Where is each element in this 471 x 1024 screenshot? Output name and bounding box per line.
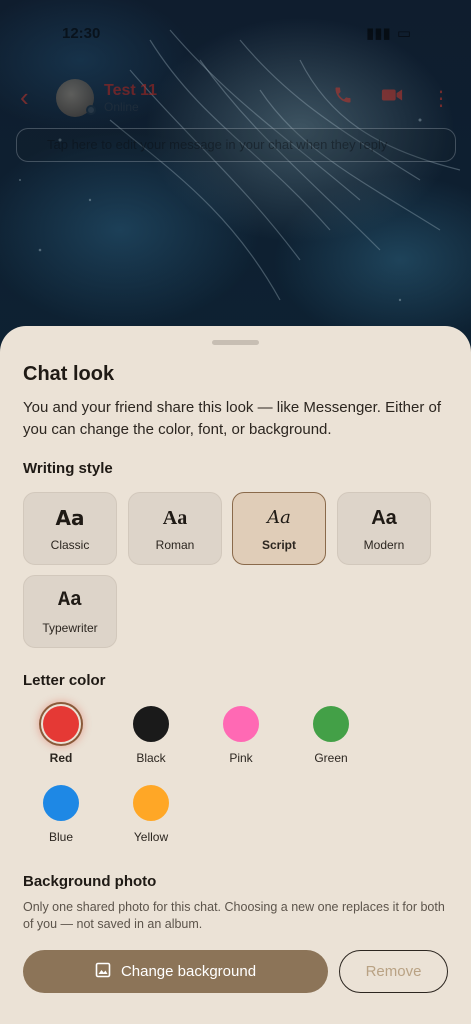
color-option-black[interactable]: Black: [121, 704, 181, 765]
status-bar: 12:30 ▮▮▮ ▭: [0, 18, 471, 48]
contact-name: Test 11: [104, 82, 158, 99]
change-background-label: Change background: [120, 963, 257, 980]
color-swatch-circle: [41, 704, 81, 744]
style-sample: Aa: [267, 506, 291, 528]
style-name: Roman: [155, 537, 195, 552]
color-swatch-circle: [311, 704, 351, 744]
color-name: Pink: [229, 751, 253, 765]
color-name: Yellow: [133, 830, 169, 844]
contact-info[interactable]: Test 11 Online: [104, 82, 157, 114]
style-sample: Aa: [162, 506, 188, 529]
remove-background-label: Remove: [365, 963, 422, 980]
style-name: Typewriter: [42, 620, 98, 635]
phone-icon[interactable]: [333, 85, 353, 111]
sheet-title: Chat look: [23, 363, 115, 385]
contact-status: Online: [104, 100, 139, 114]
style-option-modern[interactable]: Aa Modern: [337, 492, 431, 565]
style-name: Modern: [363, 537, 405, 552]
color-option-red[interactable]: Red: [31, 704, 91, 765]
avatar[interactable]: [56, 79, 96, 117]
color-option-green[interactable]: Green: [301, 704, 361, 765]
color-name: Green: [314, 751, 348, 765]
background-photo-label: Background photo: [23, 873, 157, 890]
style-option-roman[interactable]: Aa Roman: [128, 492, 222, 565]
sheet-drag-handle[interactable]: [212, 340, 259, 345]
style-option-script[interactable]: Aa Script: [232, 492, 326, 565]
battery-icon: ▭: [396, 25, 411, 42]
presence-indicator: [86, 105, 96, 115]
writing-style-label: Writing style: [23, 460, 113, 477]
style-sample: Aa: [57, 588, 82, 612]
color-swatch-circle: [41, 783, 81, 823]
chat-header: ‹ Test 11 Online ⋮: [0, 70, 471, 126]
more-options-icon[interactable]: ⋮: [431, 86, 451, 111]
style-name: Classic: [50, 537, 90, 552]
style-sample: Aa: [371, 506, 397, 529]
status-icons: ▮▮▮ ▭: [366, 24, 411, 42]
header-actions: ⋮: [333, 85, 451, 111]
color-name: Blue: [48, 830, 74, 844]
color-swatch-circle: [131, 704, 171, 744]
color-swatch-circle: [221, 704, 261, 744]
chat-look-sheet: Chat look You and your friend share this…: [0, 326, 471, 1024]
color-swatch-circle: [131, 783, 171, 823]
color-option-yellow[interactable]: Yellow: [121, 783, 181, 844]
back-button[interactable]: ‹: [20, 84, 44, 110]
signal-icon: ▮▮▮: [366, 25, 391, 42]
letter-color-label: Letter color: [23, 672, 106, 689]
color-name: Red: [49, 751, 73, 765]
background-photo-description: Only one shared photo for this chat. Cho…: [23, 900, 445, 931]
video-icon[interactable]: [381, 86, 403, 110]
chat-hint-bar[interactable]: Tap here to edit your message in your ch…: [16, 128, 456, 162]
style-sample: Aa: [55, 505, 85, 530]
status-time: 12:30: [62, 24, 101, 42]
style-name: Script: [261, 537, 296, 552]
color-option-blue[interactable]: Blue: [31, 783, 91, 844]
image-icon: [95, 962, 111, 982]
change-background-button[interactable]: Change background: [23, 950, 328, 993]
color-option-pink[interactable]: Pink: [211, 704, 271, 765]
remove-background-button[interactable]: Remove: [339, 950, 448, 993]
style-option-typewriter[interactable]: Aa Typewriter: [23, 575, 117, 648]
style-option-classic[interactable]: Aa Classic: [23, 492, 117, 565]
color-name: Black: [136, 751, 166, 765]
sheet-description: You and your friend share this look — li…: [23, 399, 442, 438]
